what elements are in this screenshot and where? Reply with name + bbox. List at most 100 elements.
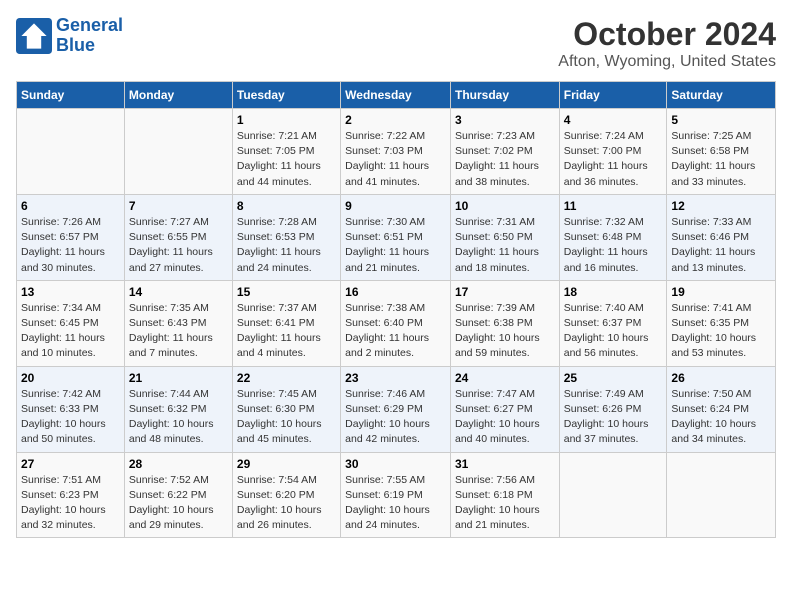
day-info: Sunrise: 7:44 AM Sunset: 6:32 PM Dayligh… xyxy=(129,387,228,448)
day-info: Sunrise: 7:35 AM Sunset: 6:43 PM Dayligh… xyxy=(129,301,228,362)
day-cell: 11Sunrise: 7:32 AM Sunset: 6:48 PM Dayli… xyxy=(559,194,667,280)
day-cell: 9Sunrise: 7:30 AM Sunset: 6:51 PM Daylig… xyxy=(341,194,451,280)
day-cell: 29Sunrise: 7:54 AM Sunset: 6:20 PM Dayli… xyxy=(232,452,340,538)
day-number: 22 xyxy=(237,371,336,385)
day-cell: 26Sunrise: 7:50 AM Sunset: 6:24 PM Dayli… xyxy=(667,366,776,452)
day-cell: 21 Sunrise: 7:44 AM Sunset: 6:32 PM Dayli… xyxy=(124,366,232,452)
day-number: 19 xyxy=(671,285,771,299)
col-header-friday: Friday xyxy=(559,82,667,109)
col-header-thursday: Thursday xyxy=(450,82,559,109)
day-cell: 16Sunrise: 7:38 AM Sunset: 6:40 PM Dayli… xyxy=(341,280,451,366)
logo-text: General Blue xyxy=(56,16,123,56)
day-info: Sunrise: 7:40 AM Sunset: 6:37 PM Dayligh… xyxy=(564,301,663,362)
day-number: 9 xyxy=(345,199,446,213)
day-info: Sunrise: 7:23 AM Sunset: 7:02 PM Dayligh… xyxy=(455,129,555,190)
day-number: 25 xyxy=(564,371,663,385)
day-info: Sunrise: 7:39 AM Sunset: 6:38 PM Dayligh… xyxy=(455,301,555,362)
day-number: 8 xyxy=(237,199,336,213)
logo-line1: General xyxy=(56,15,123,35)
calendar-table: SundayMondayTuesdayWednesdayThursdayFrid… xyxy=(16,81,776,538)
day-cell: 19 Sunrise: 7:41 AM Sunset: 6:35 PM Dayli… xyxy=(667,280,776,366)
day-cell: 14 Sunrise: 7:35 AM Sunset: 6:43 PM Dayli… xyxy=(124,280,232,366)
col-header-sunday: Sunday xyxy=(17,82,125,109)
day-info: Sunrise: 7:37 AM Sunset: 6:41 PM Dayligh… xyxy=(237,301,336,362)
day-number: 10 xyxy=(455,199,555,213)
day-cell xyxy=(559,452,667,538)
day-cell: 4 Sunrise: 7:24 AM Sunset: 7:00 PM Daylig… xyxy=(559,109,667,195)
logo-icon xyxy=(16,18,52,54)
day-cell: 23 Sunrise: 7:46 AM Sunset: 6:29 PM Dayli… xyxy=(341,366,451,452)
day-info: Sunrise: 7:31 AM Sunset: 6:50 PM Dayligh… xyxy=(455,215,555,276)
day-number: 13 xyxy=(21,285,120,299)
calendar-body: 1 Sunrise: 7:21 AM Sunset: 7:05 PM Daylig… xyxy=(17,109,776,538)
day-cell: 25 Sunrise: 7:49 AM Sunset: 6:26 PM Dayli… xyxy=(559,366,667,452)
day-number: 18 xyxy=(564,285,663,299)
day-cell: 13 Sunrise: 7:34 AM Sunset: 6:45 PM Dayli… xyxy=(17,280,125,366)
day-cell: 28 Sunrise: 7:52 AM Sunset: 6:22 PM Dayli… xyxy=(124,452,232,538)
day-info: Sunrise: 7:56 AM Sunset: 6:18 PM Dayligh… xyxy=(455,473,555,534)
title-block: October 2024 Afton, Wyoming, United Stat… xyxy=(558,16,776,71)
day-number: 12 xyxy=(671,199,771,213)
header-row: SundayMondayTuesdayWednesdayThursdayFrid… xyxy=(17,82,776,109)
day-number: 3 xyxy=(455,113,555,127)
day-number: 31 xyxy=(455,457,555,471)
day-cell: 2 Sunrise: 7:22 AM Sunset: 7:03 PM Daylig… xyxy=(341,109,451,195)
day-number: 6 xyxy=(21,199,120,213)
day-number: 30 xyxy=(345,457,446,471)
day-info: Sunrise: 7:22 AM Sunset: 7:03 PM Dayligh… xyxy=(345,129,446,190)
day-cell: 31 Sunrise: 7:56 AM Sunset: 6:18 PM Dayli… xyxy=(450,452,559,538)
page-subtitle: Afton, Wyoming, United States xyxy=(558,53,776,71)
logo-line2: Blue xyxy=(56,35,95,55)
day-cell: 3 Sunrise: 7:23 AM Sunset: 7:02 PM Daylig… xyxy=(450,109,559,195)
week-row-5: 27Sunrise: 7:51 AM Sunset: 6:23 PM Dayli… xyxy=(17,452,776,538)
day-number: 24 xyxy=(455,371,555,385)
day-number: 7 xyxy=(129,199,228,213)
day-cell: 17Sunrise: 7:39 AM Sunset: 6:38 PM Dayli… xyxy=(450,280,559,366)
day-cell: 10 Sunrise: 7:31 AM Sunset: 6:50 PM Dayli… xyxy=(450,194,559,280)
col-header-wednesday: Wednesday xyxy=(341,82,451,109)
week-row-2: 6 Sunrise: 7:26 AM Sunset: 6:57 PM Daylig… xyxy=(17,194,776,280)
day-info: Sunrise: 7:34 AM Sunset: 6:45 PM Dayligh… xyxy=(21,301,120,362)
week-row-3: 13 Sunrise: 7:34 AM Sunset: 6:45 PM Dayli… xyxy=(17,280,776,366)
day-info: Sunrise: 7:21 AM Sunset: 7:05 PM Dayligh… xyxy=(237,129,336,190)
day-number: 4 xyxy=(564,113,663,127)
day-cell: 5Sunrise: 7:25 AM Sunset: 6:58 PM Daylig… xyxy=(667,109,776,195)
day-cell: 24Sunrise: 7:47 AM Sunset: 6:27 PM Dayli… xyxy=(450,366,559,452)
day-cell: 7Sunrise: 7:27 AM Sunset: 6:55 PM Daylig… xyxy=(124,194,232,280)
day-number: 27 xyxy=(21,457,120,471)
day-info: Sunrise: 7:26 AM Sunset: 6:57 PM Dayligh… xyxy=(21,215,120,276)
day-number: 21 xyxy=(129,371,228,385)
day-cell: 12Sunrise: 7:33 AM Sunset: 6:46 PM Dayli… xyxy=(667,194,776,280)
week-row-1: 1 Sunrise: 7:21 AM Sunset: 7:05 PM Daylig… xyxy=(17,109,776,195)
day-number: 1 xyxy=(237,113,336,127)
day-number: 28 xyxy=(129,457,228,471)
logo: General Blue xyxy=(16,16,123,56)
day-info: Sunrise: 7:24 AM Sunset: 7:00 PM Dayligh… xyxy=(564,129,663,190)
col-header-saturday: Saturday xyxy=(667,82,776,109)
day-cell: 27Sunrise: 7:51 AM Sunset: 6:23 PM Dayli… xyxy=(17,452,125,538)
day-cell: 8Sunrise: 7:28 AM Sunset: 6:53 PM Daylig… xyxy=(232,194,340,280)
day-number: 11 xyxy=(564,199,663,213)
day-info: Sunrise: 7:52 AM Sunset: 6:22 PM Dayligh… xyxy=(129,473,228,534)
day-info: Sunrise: 7:42 AM Sunset: 6:33 PM Dayligh… xyxy=(21,387,120,448)
day-number: 23 xyxy=(345,371,446,385)
day-cell: 6 Sunrise: 7:26 AM Sunset: 6:57 PM Daylig… xyxy=(17,194,125,280)
day-number: 2 xyxy=(345,113,446,127)
day-info: Sunrise: 7:46 AM Sunset: 6:29 PM Dayligh… xyxy=(345,387,446,448)
page-title: October 2024 xyxy=(558,16,776,53)
day-info: Sunrise: 7:54 AM Sunset: 6:20 PM Dayligh… xyxy=(237,473,336,534)
day-number: 5 xyxy=(671,113,771,127)
day-info: Sunrise: 7:41 AM Sunset: 6:35 PM Dayligh… xyxy=(671,301,771,362)
day-cell: 18 Sunrise: 7:40 AM Sunset: 6:37 PM Dayli… xyxy=(559,280,667,366)
day-number: 20 xyxy=(21,371,120,385)
col-header-tuesday: Tuesday xyxy=(232,82,340,109)
day-number: 26 xyxy=(671,371,771,385)
day-info: Sunrise: 7:49 AM Sunset: 6:26 PM Dayligh… xyxy=(564,387,663,448)
day-number: 15 xyxy=(237,285,336,299)
day-number: 14 xyxy=(129,285,228,299)
day-cell xyxy=(17,109,125,195)
day-info: Sunrise: 7:38 AM Sunset: 6:40 PM Dayligh… xyxy=(345,301,446,362)
page-header: General Blue October 2024 Afton, Wyoming… xyxy=(16,16,776,71)
calendar-header: SundayMondayTuesdayWednesdayThursdayFrid… xyxy=(17,82,776,109)
week-row-4: 20 Sunrise: 7:42 AM Sunset: 6:33 PM Dayli… xyxy=(17,366,776,452)
